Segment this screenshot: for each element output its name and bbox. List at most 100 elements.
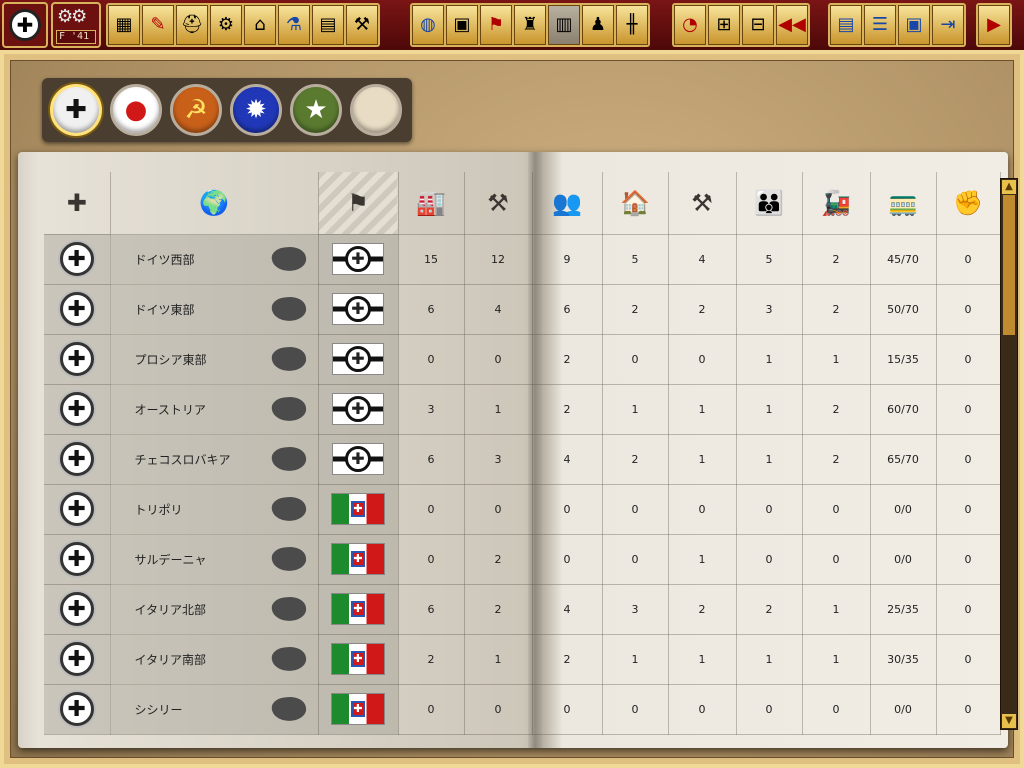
table-row[interactable]: ✚ プロシア東部 ✚ 0 0 2 0 0 1 1 15/35 0	[44, 334, 1001, 385]
province-shape-icon	[269, 394, 308, 423]
province-name-cell[interactable]: トリポリ	[110, 484, 319, 535]
army-button[interactable]: ♜	[514, 5, 546, 45]
cell-pop: 0	[736, 484, 803, 535]
table-row[interactable]: ✚ オーストリア ✚ 3 1 2 1 1 1 2 60/70 0	[44, 384, 1001, 435]
production-button[interactable]: ✎	[142, 5, 174, 45]
column-header-transport-capacity[interactable]: 🚃	[870, 172, 937, 235]
next-turn-button[interactable]: ▶	[978, 5, 1010, 45]
building-button[interactable]: ▤	[312, 5, 344, 45]
nation-button-china[interactable]: ✹	[230, 84, 282, 136]
column-header-manpower[interactable]: 👥	[532, 172, 603, 235]
column-header-resources[interactable]: ⚒	[464, 172, 533, 235]
table-add-button[interactable]: ⊞	[708, 5, 740, 45]
column-header-owner[interactable]: ✚	[44, 172, 111, 235]
column-header-resistance[interactable]: ✊	[936, 172, 1001, 235]
table-row[interactable]: ✚ トリポリ ✚ 0 0 0 0 0 0 0 0/0 0	[44, 484, 1001, 535]
rewind-button[interactable]: ◀◀	[776, 5, 808, 45]
document-globe-button[interactable]: ▣	[446, 5, 478, 45]
cell-trans: 15/35	[870, 334, 937, 385]
province-name-cell[interactable]: ドイツ東部	[110, 284, 319, 335]
nation-button-neutral[interactable]	[350, 84, 402, 136]
globe-button[interactable]: ◍	[412, 5, 444, 45]
cell-pop: 1	[736, 434, 803, 485]
tank-icon: ⚙	[217, 14, 235, 35]
map-grid-button[interactable]: ▦	[108, 5, 140, 45]
cell-fac: 1	[602, 384, 669, 435]
owner-cell: ✚	[44, 584, 111, 635]
report-button[interactable]: ▤	[830, 5, 862, 45]
cell-fac: 3	[602, 584, 669, 635]
factory-button[interactable]: ⌂	[244, 5, 276, 45]
main-menu-button[interactable]: ✚	[2, 2, 48, 48]
cell-mine: 1	[668, 384, 737, 435]
column-header-flag[interactable]: ⚑	[318, 172, 399, 235]
scroll-up-button[interactable]: ▲	[1002, 180, 1016, 194]
japan-emblem-icon: ●	[124, 95, 148, 125]
province-name-cell[interactable]: プロシア東部	[110, 334, 319, 385]
list-button[interactable]: ☰	[864, 5, 896, 45]
train-icon: 🚂	[821, 188, 851, 217]
table-body: ✚ ドイツ西部 ✚ 15 12 9 5 4 5 2 45/70 0 ✚ ドイツ東部 ✚ 6 4 6 2 2 3 2 50/7…	[44, 234, 1001, 735]
province-name-cell[interactable]: イタリア北部	[110, 584, 319, 635]
table-row[interactable]: ✚ シシリー ✚ 0 0 0 0 0 0 0 0/0 0	[44, 684, 1001, 735]
cell-fac: 0	[602, 684, 669, 735]
province-name-cell[interactable]: サルデーニャ	[110, 534, 319, 585]
tools-button[interactable]: ⚒	[346, 5, 378, 45]
german-flag-icon: ✚	[332, 393, 384, 425]
province-name-cell[interactable]: チェコスロバキア	[110, 434, 319, 485]
column-header-factory-small[interactable]: 🏠	[602, 172, 669, 235]
cell-ic: 6	[398, 584, 465, 635]
column-header-world-map[interactable]: 🌍	[110, 172, 319, 235]
exit-button[interactable]: ⇥	[932, 5, 964, 45]
table-row[interactable]: ✚ イタリア北部 ✚ 6 2 4 3 2 2 1 25/35 0	[44, 584, 1001, 635]
province-name-cell[interactable]: シシリー	[110, 684, 319, 735]
pie-chart-button[interactable]: ◔	[674, 5, 706, 45]
tank-button[interactable]: ⚙	[210, 5, 242, 45]
column-header-pickaxe-hammer[interactable]: ⚒	[668, 172, 737, 235]
table-row[interactable]: ✚ チェコスロバキア ✚ 6 3 4 2 1 1 2 65/70 0	[44, 434, 1001, 485]
save-button[interactable]: ▣	[898, 5, 930, 45]
controller-flag-cell: ✚	[318, 534, 399, 585]
nation-button-japan[interactable]: ●	[110, 84, 162, 136]
railroad-button[interactable]: ╫	[616, 5, 648, 45]
nation-button-ussr[interactable]: ☭	[170, 84, 222, 136]
controller-flag-cell: ✚	[318, 584, 399, 635]
province-name-cell[interactable]: オーストリア	[110, 384, 319, 435]
helmet-button[interactable]: ⛑	[176, 5, 208, 45]
balkenkreuz-icon: ✚	[59, 442, 94, 476]
italian-flag-icon: ✚	[331, 593, 385, 625]
table-scrollbar[interactable]: ▲ ▼	[1000, 178, 1018, 730]
world-map-icon: 🌍	[199, 188, 229, 217]
research-icon: ⚗	[285, 14, 303, 35]
cell-mp: 2	[532, 634, 603, 685]
cell-ic: 6	[398, 434, 465, 485]
province-name-cell[interactable]: イタリア南部	[110, 634, 319, 685]
diplomacy-button[interactable]: ⚑	[480, 5, 512, 45]
research-button[interactable]: ⚗	[278, 5, 310, 45]
controller-flag-cell: ✚	[318, 684, 399, 735]
province-table: ✚ 🌍 ⚑ 🏭 ⚒ 👥 🏠 ⚒ 👪 🚂 🚃 ✊ ✚ ドイツ西部 ✚ 15 12 9 5 4 5 2 45/70 0 ✚ ドイツ東…	[44, 172, 1001, 735]
table-row[interactable]: ✚ ドイツ西部 ✚ 15 12 9 5 4 5 2 45/70 0	[44, 234, 1001, 285]
industry-dim-button[interactable]: ▥	[548, 5, 580, 45]
cell-ic: 0	[398, 334, 465, 385]
nation-button-usa[interactable]: ★	[290, 84, 342, 136]
column-header-people[interactable]: 👪	[736, 172, 803, 235]
table-row[interactable]: ✚ イタリア南部 ✚ 2 1 2 1 1 1 1 30/35 0	[44, 634, 1001, 685]
province-name-cell[interactable]: ドイツ西部	[110, 234, 319, 285]
cell-trans: 30/35	[870, 634, 937, 685]
cell-resist: 0	[936, 434, 1001, 485]
table-row[interactable]: ✚ ドイツ東部 ✚ 6 4 6 2 2 3 2 50/70 0	[44, 284, 1001, 335]
nation-button-germany[interactable]: ✚	[50, 84, 102, 136]
column-header-train[interactable]: 🚂	[802, 172, 871, 235]
balkenkreuz-icon: ✚	[59, 642, 94, 676]
cell-trans: 65/70	[870, 434, 937, 485]
owner-cell: ✚	[44, 484, 111, 535]
scroll-thumb[interactable]	[1003, 195, 1015, 335]
scroll-down-button[interactable]: ▼	[1002, 714, 1016, 728]
settings-button[interactable]: ⚙⚙ F '41	[51, 2, 101, 48]
table-button[interactable]: ⊟	[742, 5, 774, 45]
column-header-industry[interactable]: 🏭	[398, 172, 465, 235]
table-row[interactable]: ✚ サルデーニャ ✚ 0 2 0 0 1 0 0 0/0 0	[44, 534, 1001, 585]
troops-button[interactable]: ♟	[582, 5, 614, 45]
owner-icon: ✚	[66, 188, 87, 217]
